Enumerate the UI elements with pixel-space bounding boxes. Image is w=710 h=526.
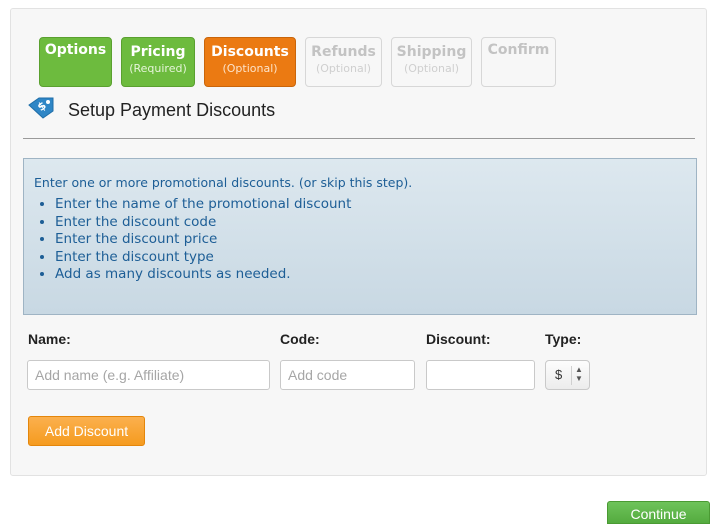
step-shipping-title: Shipping xyxy=(396,44,467,60)
add-discount-button[interactable]: Add Discount xyxy=(28,416,145,446)
page-title: Setup Payment Discounts xyxy=(68,99,276,120)
step-confirm[interactable]: Confirm xyxy=(481,37,556,87)
step-confirm-title: Confirm xyxy=(487,42,550,58)
step-pricing[interactable]: Pricing (Required) xyxy=(121,37,195,87)
continue-button[interactable]: Continue xyxy=(607,501,710,524)
step-refunds-title: Refunds xyxy=(311,44,376,60)
step-shipping-subtitle: (Optional) xyxy=(403,62,460,75)
step-discounts[interactable]: Discounts (Optional) xyxy=(204,37,296,87)
type-select-divider xyxy=(571,366,572,385)
name-input[interactable] xyxy=(27,360,270,390)
step-refunds[interactable]: Refunds (Optional) xyxy=(305,37,382,87)
step-options-title: Options xyxy=(44,42,107,58)
step-pricing-title: Pricing xyxy=(130,44,186,60)
discount-label: Discount: xyxy=(426,331,491,347)
step-options[interactable]: Options xyxy=(39,37,112,87)
type-select[interactable]: $ ▲ ▼ xyxy=(545,360,590,390)
discount-tag-icon: $ xyxy=(26,96,56,124)
instruction-item: Enter the name of the promotional discou… xyxy=(55,196,696,214)
instruction-item: Enter the discount price xyxy=(55,231,696,249)
instructions-box: Enter one or more promotional discounts.… xyxy=(23,158,697,315)
code-label: Code: xyxy=(280,331,320,347)
title-divider xyxy=(23,138,695,139)
instructions-intro: Enter one or more promotional discounts.… xyxy=(34,175,413,190)
instruction-item: Enter the discount code xyxy=(55,214,696,232)
instruction-item: Add as many discounts as needed. xyxy=(55,266,696,284)
code-input[interactable] xyxy=(280,360,415,390)
discount-input[interactable] xyxy=(426,360,535,390)
instruction-item: Enter the discount type xyxy=(55,249,696,267)
step-shipping[interactable]: Shipping (Optional) xyxy=(391,37,472,87)
name-label: Name: xyxy=(28,331,71,347)
type-select-value: $ xyxy=(555,367,563,382)
instructions-list: Enter the name of the promotional discou… xyxy=(34,196,696,284)
type-label: Type: xyxy=(545,331,582,347)
step-pricing-subtitle: (Required) xyxy=(129,62,187,75)
step-refunds-subtitle: (Optional) xyxy=(315,62,372,75)
step-discounts-subtitle: (Optional) xyxy=(222,62,278,75)
section-heading: $ Setup Payment Discounts xyxy=(26,96,276,124)
step-discounts-title: Discounts xyxy=(211,44,289,60)
updown-arrows-icon: ▲ ▼ xyxy=(575,365,583,383)
